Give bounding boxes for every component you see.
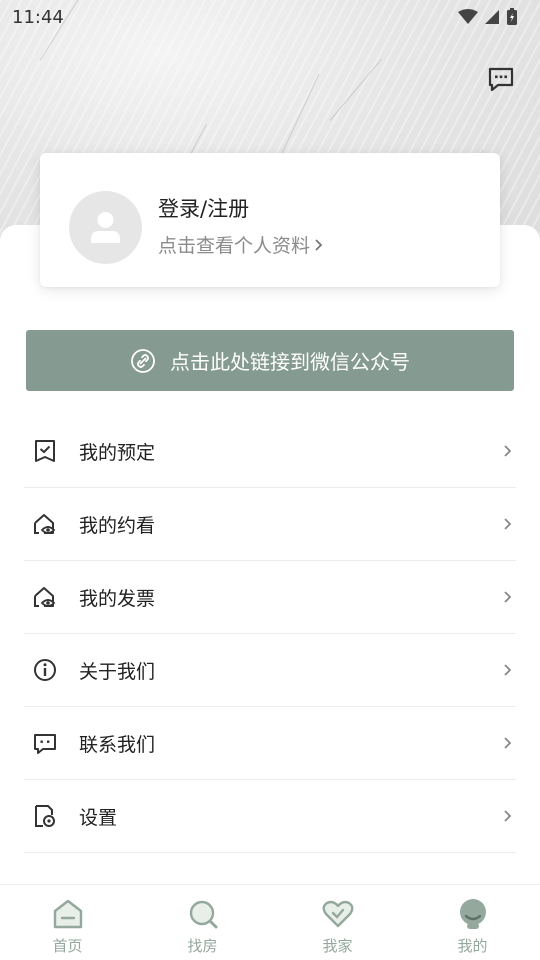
chevron-right-icon <box>504 737 512 749</box>
chevron-right-icon <box>315 238 323 251</box>
status-bar: 11:44 <box>0 0 540 34</box>
login-register-title[interactable]: 登录/注册 <box>158 193 249 223</box>
avatar[interactable] <box>69 191 142 264</box>
heart-check-icon <box>322 900 353 928</box>
house-eye-icon <box>34 514 56 534</box>
menu-item-settings[interactable]: 设置 <box>24 780 516 853</box>
wifi-icon <box>458 9 478 24</box>
home-icon <box>53 899 82 929</box>
tab-label: 我家 <box>322 937 353 955</box>
link-icon <box>131 348 155 373</box>
chat-icon <box>34 734 56 754</box>
status-icons <box>458 8 518 26</box>
chevron-right-icon <box>504 518 512 530</box>
tab-label: 首页 <box>52 937 83 955</box>
menu-item-reservations[interactable]: 我的预定 <box>24 415 516 488</box>
tab-my-home[interactable]: 我家 <box>270 885 405 960</box>
menu-item-contact[interactable]: 联系我们 <box>24 707 516 780</box>
bottom-tab-bar: 首页 找房 我家 我的 <box>0 884 540 960</box>
signal-icon <box>485 10 499 24</box>
menu-item-about[interactable]: 关于我们 <box>24 634 516 707</box>
tab-label: 我的 <box>457 937 488 955</box>
menu-label: 关于我们 <box>79 660 156 683</box>
calendar-check-icon <box>35 440 55 462</box>
view-profile-link[interactable]: 点击查看个人资料 <box>158 231 324 258</box>
view-profile-label: 点击查看个人资料 <box>158 235 311 257</box>
status-time: 11:44 <box>12 6 64 28</box>
menu-label: 我的约看 <box>79 514 156 537</box>
tab-mine[interactable]: 我的 <box>405 885 540 960</box>
info-circle-icon <box>34 659 56 681</box>
search-icon <box>189 900 217 929</box>
menu-item-invoices[interactable]: 我的发票 <box>24 561 516 634</box>
tab-find-house[interactable]: 找房 <box>135 885 270 960</box>
menu-list: 我的预定 我的约看 我的发票 关于我们 联系我们 设置 <box>24 415 516 853</box>
message-button[interactable] <box>486 64 516 94</box>
user-placeholder-icon <box>91 212 120 243</box>
chevron-right-icon <box>504 810 512 822</box>
chevron-right-icon <box>504 664 512 676</box>
menu-label: 联系我们 <box>79 733 156 756</box>
profile-card[interactable]: 登录/注册 点击查看个人资料 <box>40 153 500 287</box>
menu-item-viewings[interactable]: 我的约看 <box>24 488 516 561</box>
wechat-link-label: 点击此处链接到微信公众号 <box>170 350 410 374</box>
wechat-link-button[interactable]: 点击此处链接到微信公众号 <box>26 330 514 391</box>
menu-label: 我的预定 <box>79 441 156 464</box>
settings-doc-icon <box>35 805 55 827</box>
chevron-right-icon <box>504 445 512 457</box>
tab-home[interactable]: 首页 <box>0 885 135 960</box>
chevron-right-icon <box>504 591 512 603</box>
user-icon <box>459 899 486 929</box>
menu-label: 设置 <box>79 806 118 829</box>
house-eye-icon <box>34 587 56 607</box>
chat-bubble-icon <box>488 67 514 92</box>
battery-icon <box>507 8 517 25</box>
tab-label: 找房 <box>187 937 218 955</box>
menu-label: 我的发票 <box>79 587 156 610</box>
